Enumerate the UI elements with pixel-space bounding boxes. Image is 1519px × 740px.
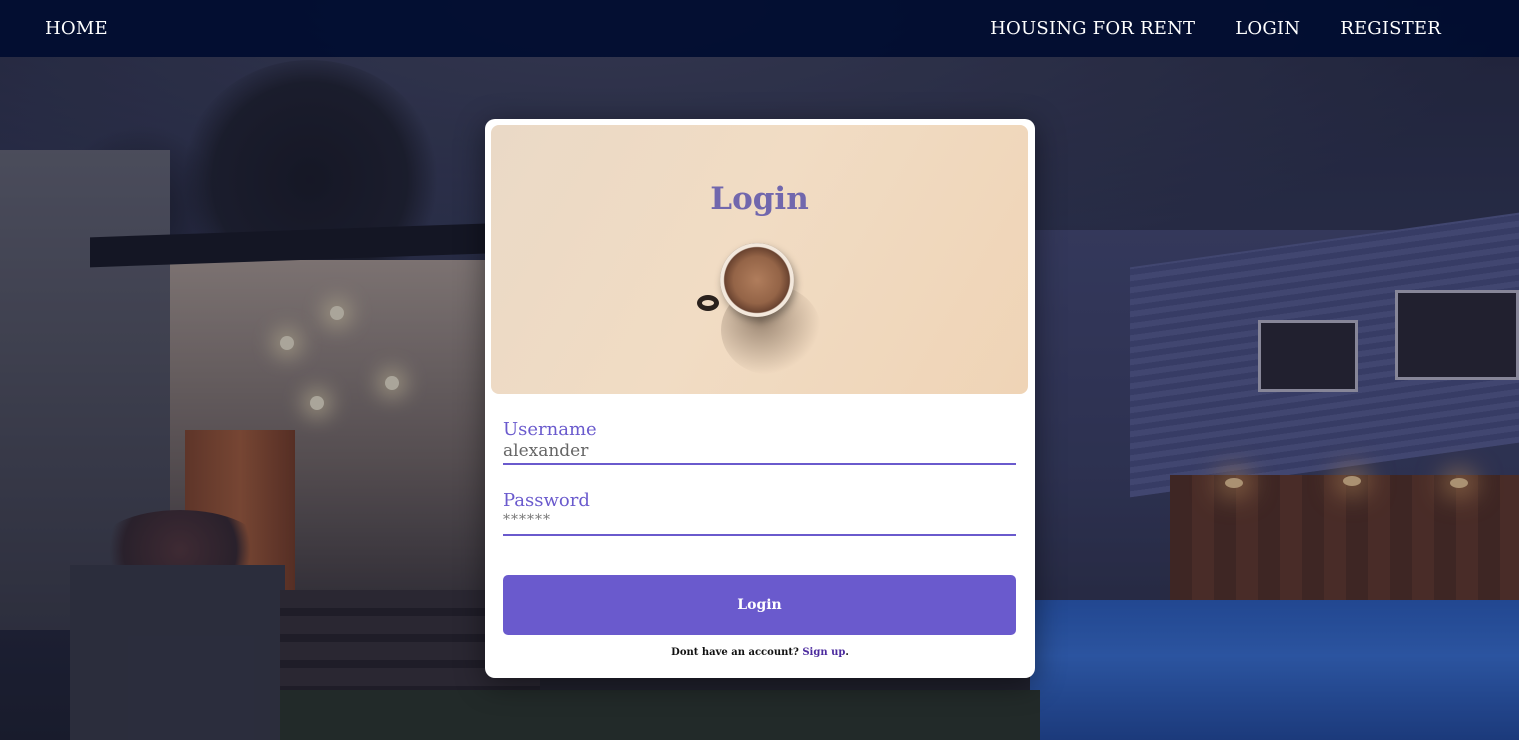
coffee-cup-icon [720, 243, 794, 317]
password-field-group: Password [503, 490, 1016, 536]
login-hero-image: Login [491, 125, 1028, 394]
username-field-group: Username [503, 419, 1016, 465]
top-navbar: HOME HOUSING FOR RENT LOGIN REGISTER [0, 0, 1519, 57]
nav-right-links: HOUSING FOR RENT LOGIN REGISTER [990, 18, 1441, 39]
nav-home-link[interactable]: HOME [45, 18, 108, 39]
signup-link[interactable]: Sign up [802, 647, 845, 658]
username-label: Username [503, 419, 597, 440]
login-form: Username Password [503, 419, 1016, 536]
login-title: Login [710, 181, 809, 217]
signup-suffix: . [845, 647, 849, 658]
signup-prompt-line: Dont have an account? Sign up. [485, 647, 1035, 658]
nav-register-link[interactable]: REGISTER [1340, 18, 1441, 39]
login-button[interactable]: Login [503, 575, 1016, 635]
nav-login-link[interactable]: LOGIN [1235, 18, 1300, 39]
password-label: Password [503, 490, 590, 511]
nav-housing-link[interactable]: HOUSING FOR RENT [990, 18, 1195, 39]
username-input[interactable] [503, 440, 1016, 465]
login-card: Login Username Password Login Dont have … [485, 119, 1035, 678]
coffee-cup-handle [697, 295, 719, 311]
password-input[interactable] [503, 511, 1016, 536]
signup-prompt: Dont have an account? [671, 647, 799, 658]
